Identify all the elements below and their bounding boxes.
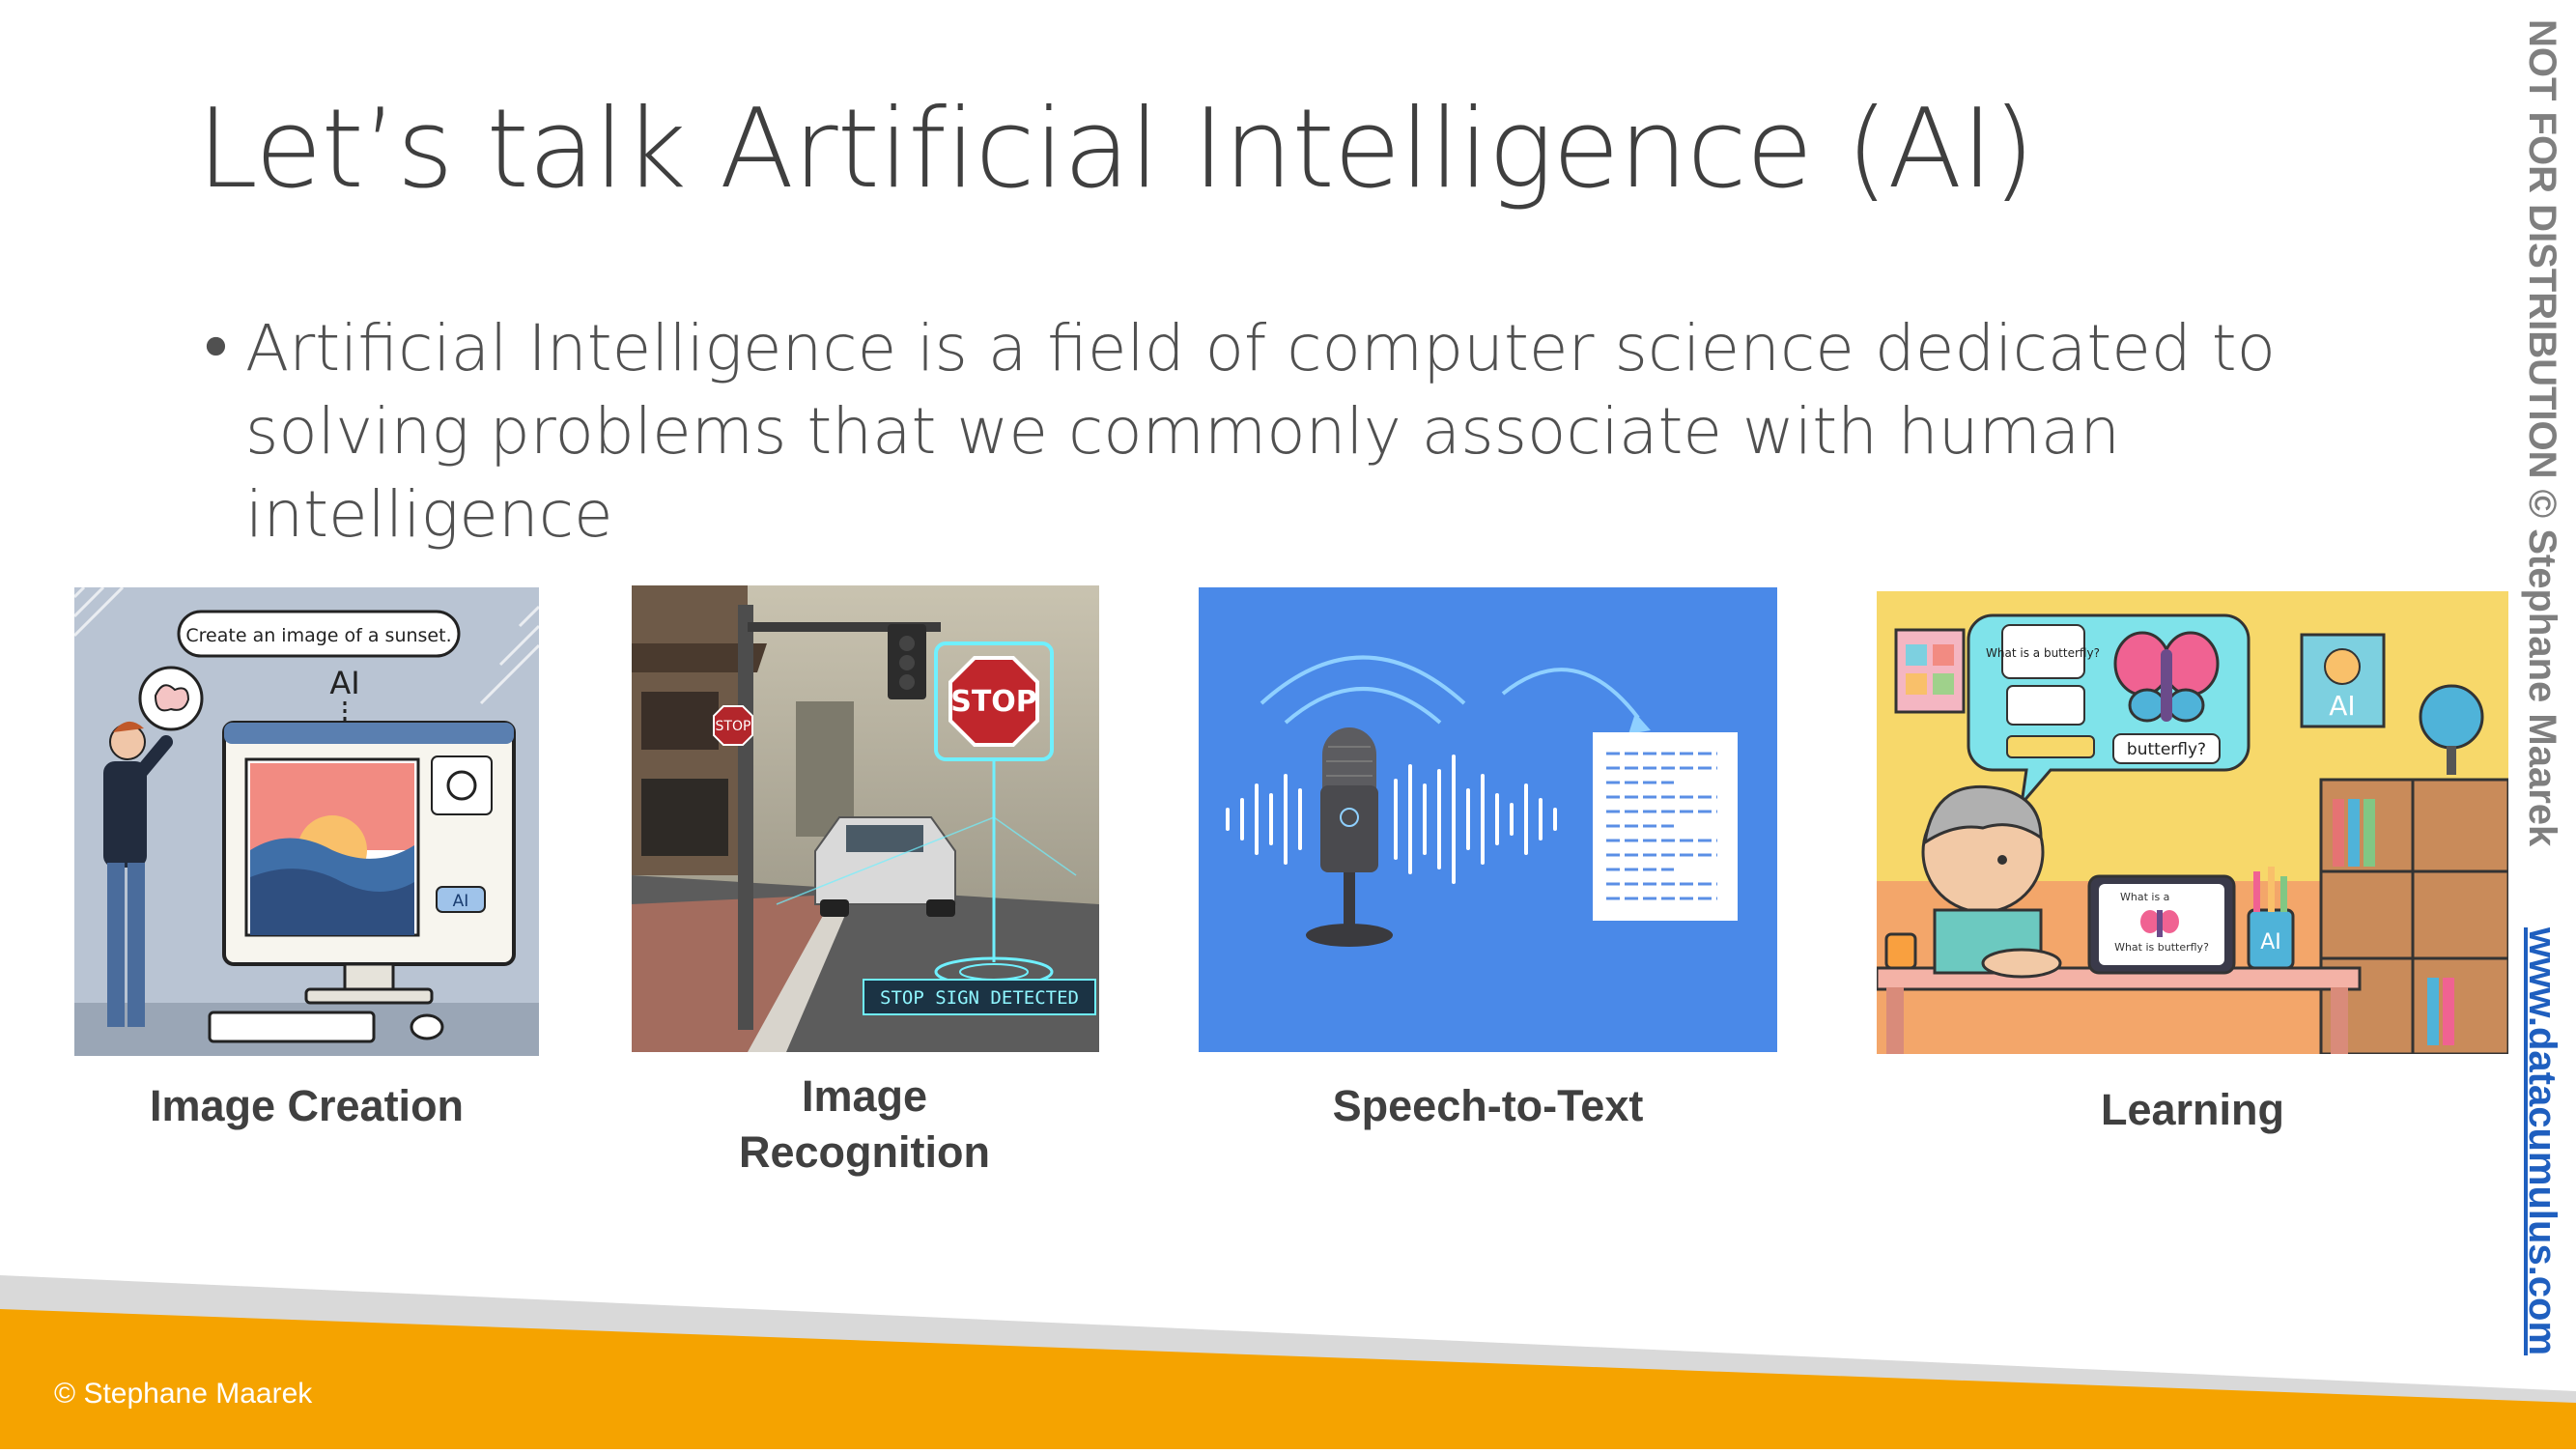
tablet-bottom-text: What is butterfly? — [2114, 941, 2209, 954]
image-creation-illustration: Create an image of a sunset. AI AI — [74, 587, 539, 1056]
prompt-text: Create an image of a sunset. — [185, 625, 451, 646]
caption-image-creation: Image Creation — [149, 1081, 465, 1130]
bubble-question-text: What is a butterfly? — [1986, 646, 2100, 660]
speech-to-text-illustration — [1199, 587, 1777, 1052]
bullet-text: Artificial Intelligence is a field of co… — [245, 311, 2276, 552]
ai-label: AI — [329, 665, 359, 701]
image-recognition-illustration: STOP STOP STOP SIGN DETECTED — [632, 585, 1099, 1052]
learning-illustration: AI What is a butterfly? butterfly? What … — [1877, 591, 2508, 1054]
learning-poster-ai: AI — [2329, 690, 2355, 722]
footer-band — [0, 1256, 2576, 1449]
watermark-not-for-distribution: NOT FOR DISTRIBUTION © Stephane Maarek — [2521, 19, 2563, 847]
tablet-top-text: What is a — [2120, 891, 2169, 903]
detection-status-text: STOP SIGN DETECTED — [880, 987, 1079, 1009]
ai-badge: AI — [453, 892, 469, 911]
bullet-marker: • — [197, 311, 235, 385]
slide-title: Let’s talk Artificial Intelligence (AI) — [197, 85, 2035, 213]
caption-speech-to-text: Speech-to-Text — [1332, 1081, 1644, 1130]
bullet-point: • Artificial Intelligence is a field of … — [197, 307, 2341, 556]
jar-label: AI — [2260, 930, 2281, 954]
svg-text:STOP: STOP — [716, 719, 751, 734]
vertical-watermark: NOT FOR DISTRIBUTION © Stephane Maarek w… — [2509, 19, 2567, 1410]
butterfly-label-text: butterfly? — [2127, 740, 2206, 759]
caption-learning: Learning — [2100, 1085, 2285, 1134]
caption-image-recognition: Image Recognition — [739, 1071, 990, 1177]
footer-copyright: © Stephane Maarek — [54, 1378, 313, 1410]
detected-sign-text: STOP — [950, 685, 1037, 719]
